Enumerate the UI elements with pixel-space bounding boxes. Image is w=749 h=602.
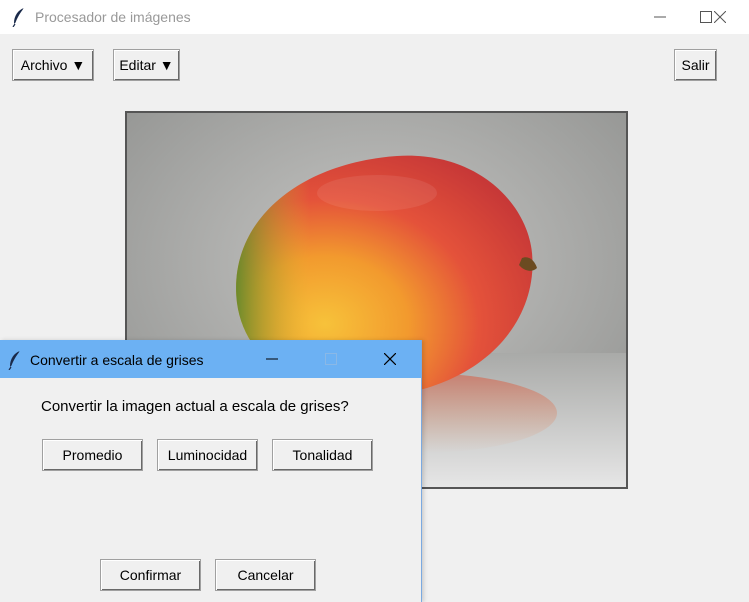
dialog-title: Convertir a escala de grises	[30, 352, 204, 368]
minimize-icon	[266, 358, 278, 360]
dialog-prompt: Convertir la imagen actual a escala de g…	[41, 398, 349, 415]
promedio-button[interactable]: Promedio	[42, 439, 143, 471]
main-titlebar: Procesador de imágenes	[0, 0, 749, 34]
close-icon	[384, 353, 396, 365]
window-title: Procesador de imágenes	[35, 9, 191, 25]
minimize-button[interactable]	[637, 0, 683, 34]
grayscale-dialog: Convertir a escala de grises Convertir l…	[0, 340, 422, 602]
maximize-icon	[325, 353, 337, 365]
feather-icon	[12, 7, 26, 30]
tonalidad-button[interactable]: Tonalidad	[272, 439, 373, 471]
confirm-button[interactable]: Confirmar	[100, 559, 201, 591]
editar-menu-button[interactable]: Editar ▼	[113, 49, 180, 81]
dialog-close-button[interactable]	[361, 340, 419, 378]
dialog-titlebar: Convertir a escala de grises	[0, 340, 421, 378]
close-icon	[714, 11, 726, 23]
feather-icon	[8, 350, 22, 373]
luminocidad-button[interactable]: Luminocidad	[157, 439, 258, 471]
cancel-button[interactable]: Cancelar	[215, 559, 316, 591]
minimize-icon	[654, 16, 666, 18]
archivo-menu-button[interactable]: Archivo ▼	[12, 49, 94, 81]
dialog-maximize-button	[302, 340, 360, 378]
close-button[interactable]	[697, 0, 743, 34]
dialog-minimize-button[interactable]	[243, 340, 301, 378]
salir-button[interactable]: Salir	[674, 49, 717, 81]
